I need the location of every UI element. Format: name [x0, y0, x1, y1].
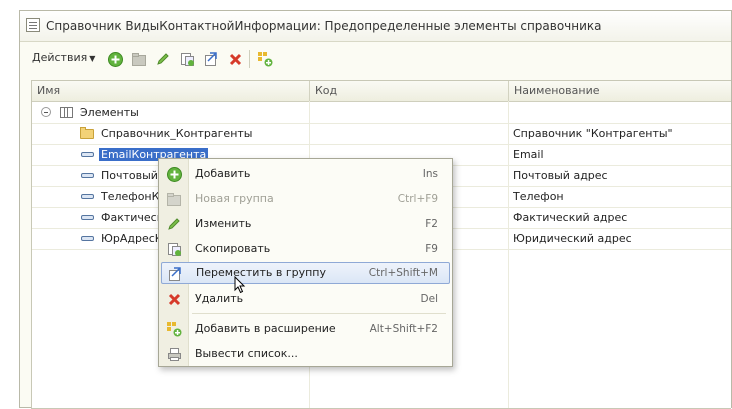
- menu-item-delete[interactable]: Удалить Del: [161, 288, 450, 310]
- row-title: Почтовый адрес: [513, 169, 608, 182]
- element-icon: [81, 236, 94, 241]
- add-icon: [166, 166, 182, 182]
- actions-label: Действия: [32, 51, 88, 64]
- menu-item-label: Переместить в группу: [196, 266, 326, 279]
- menu-item-shortcut: Alt+Shift+F2: [369, 323, 438, 335]
- copy-icon: [180, 52, 194, 66]
- add-to-extension-icon: [258, 52, 273, 67]
- menu-item-label: Скопировать: [195, 242, 271, 255]
- print-list-icon: [167, 347, 181, 361]
- catalog-icon: [26, 18, 40, 32]
- row-name: Фактическ: [101, 211, 164, 224]
- toolbar-edit-button[interactable]: [154, 50, 172, 68]
- mouse-cursor-icon: [234, 276, 246, 294]
- row-name: Справочник_Контрагенты: [101, 127, 253, 140]
- menu-item-move-to-group[interactable]: Переместить в группу Ctrl+Shift+M: [161, 262, 450, 284]
- toolbar-copy-button[interactable]: [178, 50, 196, 68]
- menu-separator: [192, 313, 446, 314]
- edit-icon: [168, 218, 180, 230]
- menu-item-shortcut: Ins: [422, 168, 438, 180]
- window-title: Справочник ВидыКонтактнойИнформации: Пре…: [46, 19, 602, 33]
- add-to-extension-icon: [167, 322, 182, 337]
- column-header-title[interactable]: Наименование: [509, 81, 732, 101]
- root-label: Элементы: [80, 106, 139, 119]
- toolbar-add-to-extension-button[interactable]: [256, 50, 274, 68]
- menu-item-new-group[interactable]: Новая группа Ctrl+F9: [161, 188, 450, 210]
- row-title: Фактический адрес: [513, 211, 628, 224]
- menu-item-print-list[interactable]: Вывести список...: [161, 343, 450, 365]
- menu-item-add-to-extension[interactable]: Добавить в расширение Alt+Shift+F2: [161, 318, 450, 340]
- menu-item-shortcut: F2: [425, 218, 438, 230]
- row-title: Юридический адрес: [513, 232, 632, 245]
- delete-icon: [229, 53, 241, 65]
- toolbar-add-button[interactable]: [106, 50, 124, 68]
- menu-item-label: Изменить: [195, 217, 252, 230]
- menu-item-label: Добавить: [195, 167, 251, 180]
- menu-item-edit[interactable]: Изменить F2: [161, 213, 450, 235]
- menu-item-add[interactable]: Добавить Ins: [161, 163, 450, 185]
- actions-menu-button[interactable]: Действия ▼: [32, 51, 95, 64]
- move-to-group-icon: [168, 266, 181, 281]
- context-menu: Добавить Ins Новая группа Ctrl+F9 Измени…: [158, 158, 453, 367]
- folder-icon: [80, 127, 94, 139]
- toolbar-separator: [249, 50, 250, 68]
- elements-table-icon: [60, 107, 73, 118]
- menu-item-copy[interactable]: Скопировать F9: [161, 238, 450, 260]
- row-name: ТелефонК: [101, 190, 160, 203]
- menu-item-shortcut: Ctrl+Shift+M: [368, 267, 438, 279]
- row-name: ПочтовыйА: [101, 169, 166, 182]
- menu-item-shortcut: Ctrl+F9: [397, 193, 438, 205]
- tree-root-row[interactable]: Элементы: [32, 102, 731, 124]
- row-name: ЮрАдресК: [101, 232, 163, 245]
- element-icon: [81, 194, 94, 199]
- add-group-icon: [131, 52, 146, 66]
- dropdown-arrow-icon: ▼: [89, 54, 96, 63]
- menu-item-shortcut: F9: [425, 243, 438, 255]
- table-row[interactable]: Справочник_Контрагенты Справочник "Контр…: [32, 123, 731, 145]
- row-title: Справочник "Контрагенты": [513, 127, 673, 140]
- column-header-code[interactable]: Код: [310, 81, 509, 101]
- title-bar[interactable]: Справочник ВидыКонтактнойИнформации: Пре…: [20, 11, 731, 42]
- edit-icon: [157, 53, 169, 65]
- grid-header: Имя Код Наименование: [32, 81, 731, 102]
- element-icon: [81, 173, 94, 178]
- menu-item-label: Новая группа: [195, 192, 274, 205]
- toolbar: Действия ▼: [20, 42, 731, 76]
- row-title: Телефон: [513, 190, 564, 203]
- menu-item-label: Добавить в расширение: [195, 322, 336, 335]
- add-group-icon: [166, 192, 181, 206]
- menu-item-label: Вывести список...: [195, 347, 298, 360]
- toolbar-add-group-button[interactable]: [130, 50, 148, 68]
- copy-icon: [167, 242, 181, 256]
- collapse-toggle-icon[interactable]: [41, 107, 51, 117]
- column-header-name[interactable]: Имя: [32, 81, 310, 101]
- row-title: Email: [513, 148, 544, 161]
- move-to-group-icon: [204, 51, 217, 66]
- add-icon: [107, 51, 123, 67]
- element-icon: [81, 152, 94, 157]
- toolbar-move-to-group-button[interactable]: [202, 50, 220, 68]
- element-icon: [81, 215, 94, 220]
- menu-item-shortcut: Del: [420, 293, 438, 305]
- toolbar-delete-button[interactable]: [226, 50, 244, 68]
- delete-icon: [168, 293, 180, 305]
